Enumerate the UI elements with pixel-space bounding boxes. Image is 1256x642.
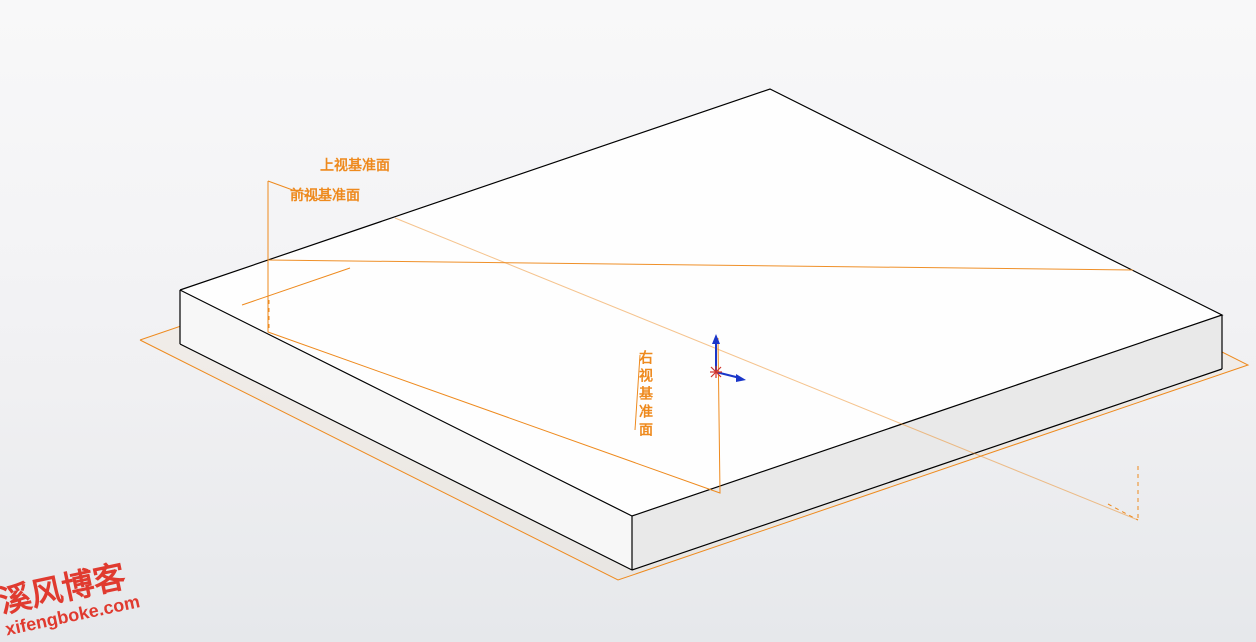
right-plane-label: 右视基准面 bbox=[636, 350, 656, 440]
scene-svg bbox=[0, 0, 1256, 642]
solid-front-face bbox=[180, 290, 632, 570]
solid-top-face bbox=[180, 89, 1222, 516]
top-plane-line-long bbox=[268, 260, 1133, 270]
top-plane-line-left bbox=[242, 268, 350, 305]
right-plane-line-a bbox=[395, 218, 1138, 520]
right-plane-line-b bbox=[635, 355, 640, 430]
top-plane-fill bbox=[140, 125, 1248, 580]
top-plane-label: 上视基准面 bbox=[320, 155, 390, 175]
cad-viewport[interactable]: 上视基准面 前视基准面 右视基准面 溪风博客 xifengboke.com bbox=[0, 0, 1256, 642]
solid-right-face bbox=[632, 315, 1222, 570]
top-plane-border bbox=[140, 125, 1248, 580]
solid-edge-front-bottom bbox=[180, 344, 632, 570]
watermark: 溪风博客 xifengboke.com bbox=[0, 556, 142, 642]
front-plane-top bbox=[268, 181, 320, 200]
right-plane-dash-a bbox=[1108, 504, 1138, 520]
watermark-title: 溪风博客 bbox=[0, 558, 137, 618]
origin-triad bbox=[710, 334, 746, 382]
watermark-url: xifengboke.com bbox=[3, 591, 141, 640]
solid-edge-right-bottom bbox=[632, 369, 1222, 570]
front-plane-border bbox=[268, 181, 720, 493]
solid-edge-top bbox=[180, 89, 1222, 516]
front-plane-label: 前视基准面 bbox=[290, 185, 360, 205]
